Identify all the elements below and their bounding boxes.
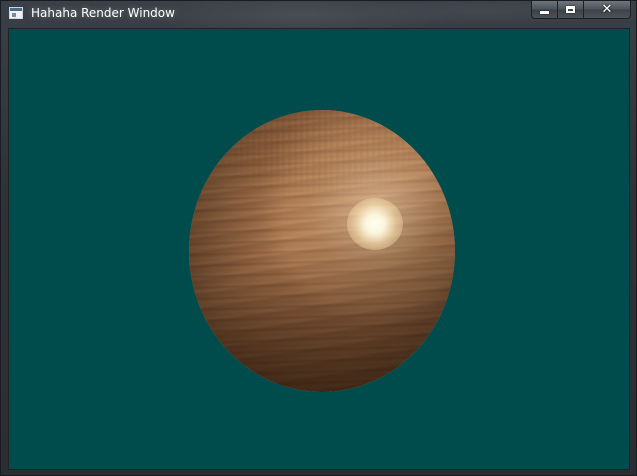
close-button[interactable]: ✕ [584,1,631,19]
minimize-button[interactable] [531,1,558,19]
specular-highlight [347,198,403,250]
render-viewport[interactable] [8,28,630,470]
app-window-icon[interactable] [9,7,23,19]
sphere-shading [189,110,455,392]
window-title: Hahaha Render Window [31,6,175,20]
caption-buttons: ✕ [531,1,631,19]
maximize-button[interactable] [558,1,584,19]
render-window: Hahaha Render Window ✕ [0,0,637,476]
minimize-icon [540,11,549,14]
maximize-icon [566,6,575,13]
wood-sphere [189,110,455,392]
title-bar[interactable]: Hahaha Render Window ✕ [1,1,636,27]
close-icon: ✕ [601,2,613,17]
